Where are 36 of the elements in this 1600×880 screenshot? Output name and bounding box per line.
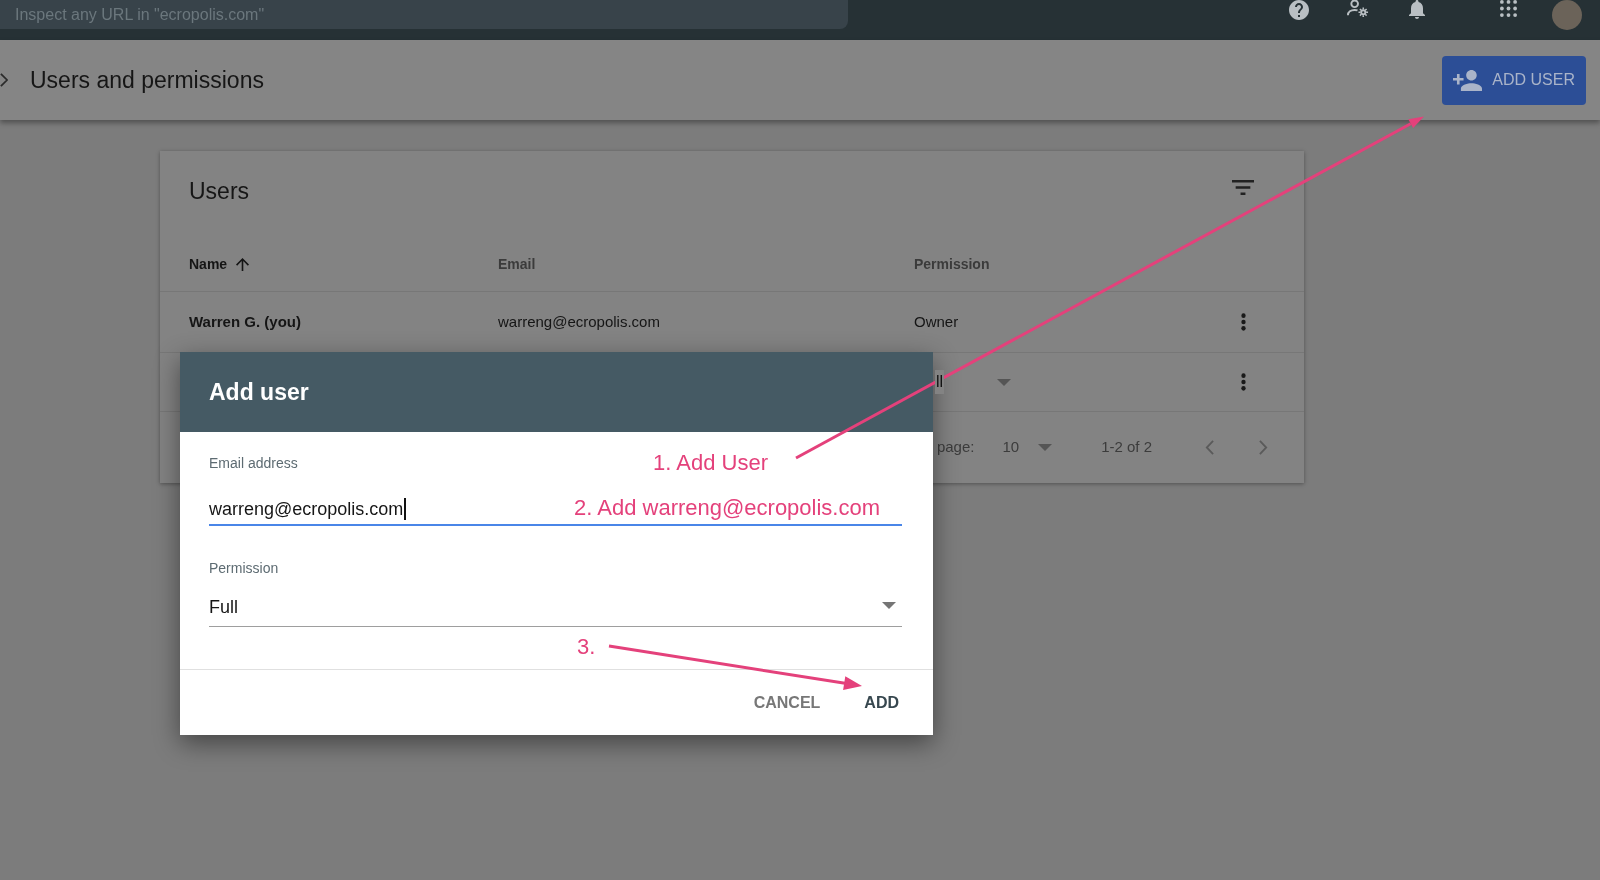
help-icon[interactable] <box>1289 0 1309 20</box>
column-header[interactable]: Name <box>189 253 250 275</box>
rows-per-page-select[interactable]: 10 <box>1002 436 1053 459</box>
bell-icon[interactable] <box>1409 0 1425 19</box>
dialog-title: Add user <box>209 377 309 407</box>
caret-down-icon <box>1038 444 1053 451</box>
annotation-text: 3. <box>577 634 596 660</box>
more-vertical-icon[interactable] <box>1240 313 1246 331</box>
person-gear-icon[interactable] <box>1347 0 1369 18</box>
page-title: Users and permissions <box>30 65 264 95</box>
annotation-text: 1. Add User <box>653 450 768 476</box>
permission-text: Owner <box>914 313 959 330</box>
arrow-up-icon <box>236 257 250 271</box>
page-range: 1-2 of 2 <box>1101 437 1152 458</box>
permission-select[interactable]: ll <box>933 370 1011 394</box>
chevron-right-icon[interactable] <box>0 73 8 87</box>
field-label: Email address <box>209 454 298 472</box>
caret-down-icon <box>882 602 896 609</box>
person-add-icon <box>1453 69 1483 91</box>
dialog-button[interactable]: CANCEL <box>745 684 829 721</box>
column-header[interactable]: Permission <box>914 253 990 275</box>
field-label: Permission <box>209 559 279 577</box>
dialog-button[interactable]: ADD <box>856 684 907 721</box>
text-cursor-icon <box>404 498 407 520</box>
caret-down-icon <box>997 378 1011 386</box>
user-name: Warren G. (you) <box>189 313 301 330</box>
card-title: Users <box>189 177 250 205</box>
rows-per-page-label: page: <box>936 437 975 458</box>
filter-icon[interactable] <box>1232 180 1254 195</box>
annotation-text: 2. Add warreng@ecropolis.com <box>574 495 881 521</box>
add-user-button[interactable]: ADD USER <box>1442 55 1586 105</box>
permission-select[interactable]: Full <box>209 590 902 627</box>
more-vertical-icon[interactable] <box>1240 373 1246 391</box>
apps-grid-icon[interactable] <box>1500 0 1517 17</box>
user-email: warreng@ecropolis.com <box>498 313 660 330</box>
column-header[interactable]: Email <box>498 253 536 275</box>
